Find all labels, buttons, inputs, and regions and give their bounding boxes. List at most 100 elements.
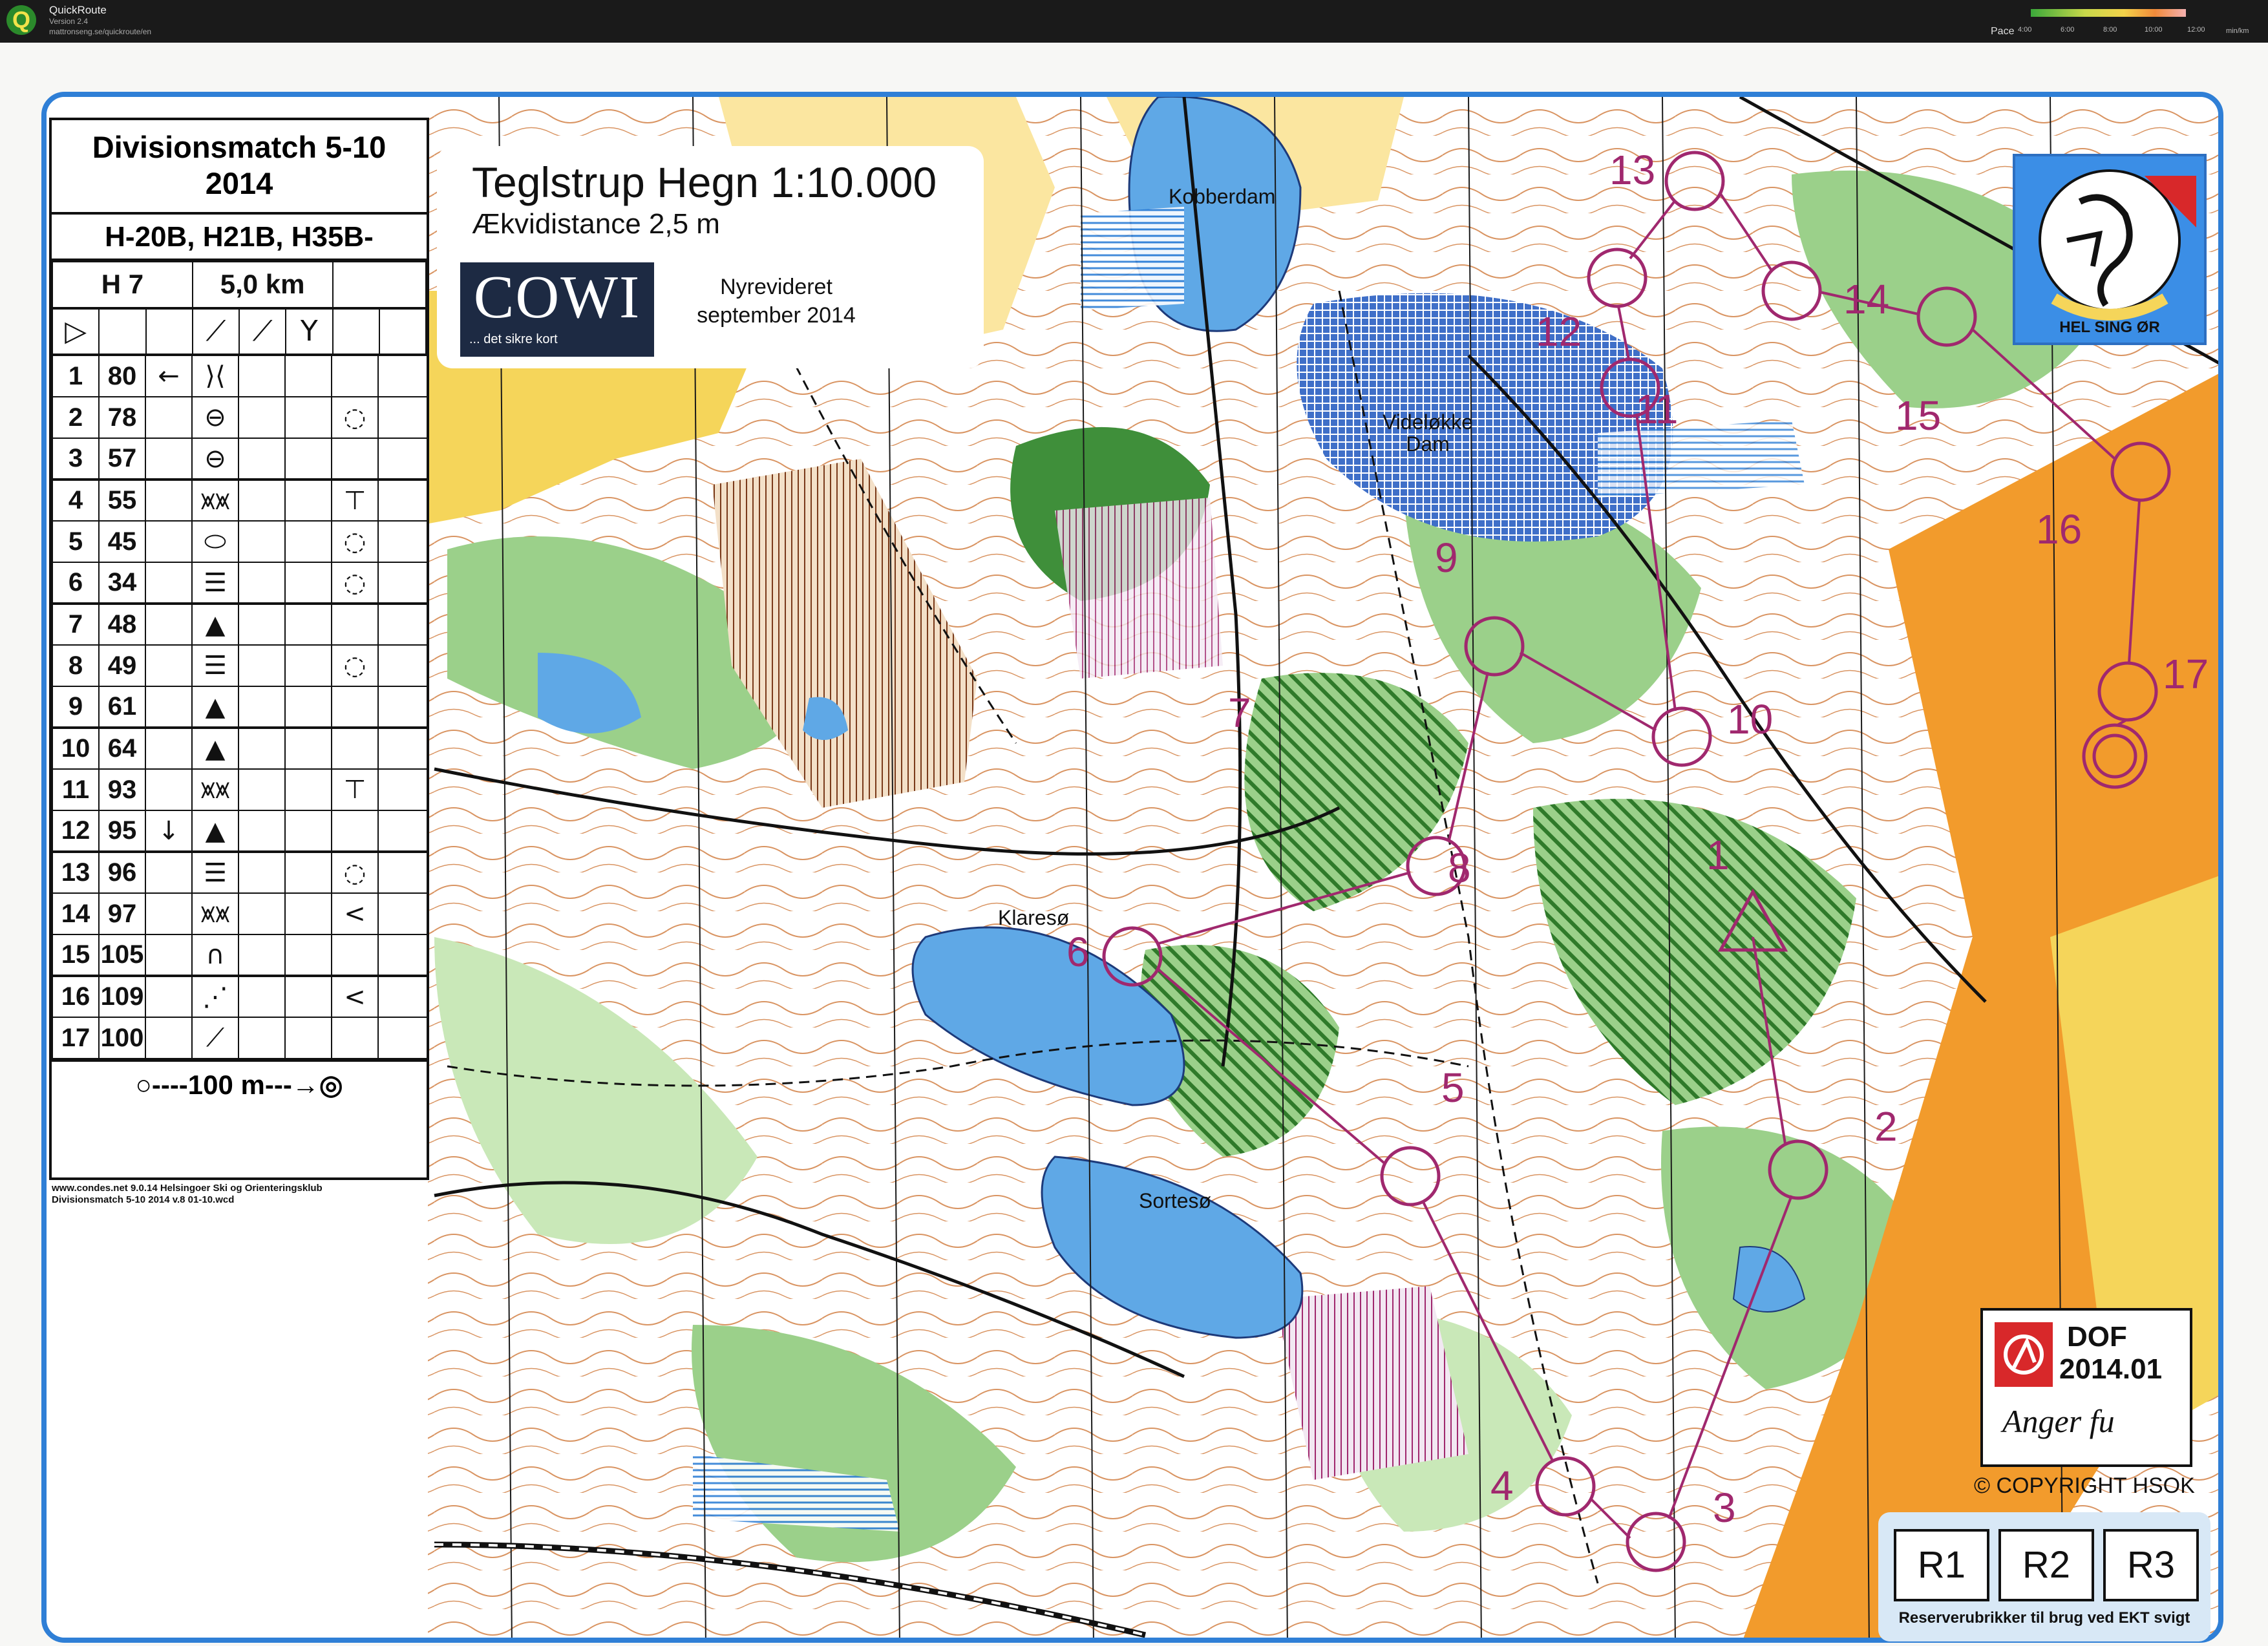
control-feature-icon: ⩙⩙ xyxy=(191,892,239,936)
finish-instruction: ○----100 m---→◎ xyxy=(52,1059,427,1108)
control-col-e xyxy=(238,892,286,936)
control-location-icon xyxy=(331,810,379,854)
control-number-13: 13 xyxy=(1609,147,1656,193)
control-number-2: 2 xyxy=(1874,1103,1898,1150)
control-row: 10 64 ▲ xyxy=(52,727,428,770)
control-col-f xyxy=(284,603,332,646)
control-location-icon: ◌ xyxy=(331,644,379,688)
control-direction xyxy=(145,520,193,564)
control-row: 15 105 ∩ xyxy=(52,934,428,978)
control-code: 96 xyxy=(98,851,146,894)
control-code: 57 xyxy=(98,438,146,481)
control-col-f xyxy=(284,768,332,812)
control-col-f xyxy=(284,562,332,606)
control-code: 78 xyxy=(98,396,146,439)
contour-interval: Ækvidistance 2,5 m xyxy=(472,208,720,240)
pace-gradient-bar xyxy=(2031,9,2186,17)
control-direction xyxy=(145,396,193,439)
control-location-icon: ⊤ xyxy=(331,479,379,522)
path-junction-icon: ⟋ xyxy=(191,307,240,355)
control-num: 4 xyxy=(52,479,100,522)
control-code: 55 xyxy=(98,479,146,522)
path-junction-icon: ⟋ xyxy=(238,307,287,355)
control-col-h xyxy=(377,727,428,770)
control-col-e xyxy=(238,810,286,854)
control-location-icon xyxy=(331,355,379,398)
control-col-e xyxy=(238,479,286,522)
control-feature-icon: ☰ xyxy=(191,562,239,606)
reserve-note: Reserverubrikker til brug ved EKT svigt xyxy=(1898,1609,2190,1627)
control-direction xyxy=(145,934,193,978)
control-col-f xyxy=(284,396,332,439)
dof-title: DOF xyxy=(2067,1321,2127,1353)
control-row: 6 34 ☰ ◌ xyxy=(52,562,428,606)
control-col-e xyxy=(238,768,286,812)
reserve-boxes: R1 R2 R3 Reserverubrikker til brug ved E… xyxy=(1878,1512,2210,1641)
control-description-sheet: Divisionsmatch 5-10 2014 H-20B, H21B, H3… xyxy=(49,118,429,1180)
control-location-icon: < xyxy=(331,892,379,936)
control-location-icon xyxy=(331,603,379,646)
control-location-icon xyxy=(331,686,379,730)
app-url[interactable]: mattronseng.se/quickroute/en xyxy=(49,27,151,36)
control-num: 7 xyxy=(52,603,100,646)
map-title: Teglstrup Hegn 1:10.000 xyxy=(472,158,937,206)
control-col-e xyxy=(238,520,286,564)
control-feature-icon: ∩ xyxy=(191,934,239,978)
control-num: 1 xyxy=(52,355,100,398)
control-number-8: 8 xyxy=(1448,845,1471,891)
control-location-icon xyxy=(331,438,379,481)
control-col-h xyxy=(377,644,428,688)
control-number-12: 12 xyxy=(1536,308,1582,355)
control-direction xyxy=(145,686,193,730)
start-empty xyxy=(145,307,193,355)
control-location-icon: ◌ xyxy=(331,520,379,564)
control-row: 4 55 ⩙⩙ ⊤ xyxy=(52,479,428,522)
control-direction xyxy=(145,975,193,1018)
control-num: 5 xyxy=(52,520,100,564)
pace-tick: 12:00 xyxy=(2187,26,2205,34)
runner-logo-icon: HEL SING ØR xyxy=(2039,169,2196,336)
control-feature-icon: ⩙⩙ xyxy=(191,479,239,522)
control-row: 14 97 ⩙⩙ < xyxy=(52,892,428,936)
control-col-e xyxy=(238,396,286,439)
control-direction xyxy=(145,851,193,894)
reserve-box-r1: R1 xyxy=(1894,1529,1989,1601)
control-number-9: 9 xyxy=(1435,534,1458,581)
control-col-h xyxy=(377,934,428,978)
control-col-h xyxy=(377,975,428,1018)
control-row: 7 48 ▲ xyxy=(52,603,428,646)
control-location-icon: < xyxy=(331,975,379,1018)
control-col-f xyxy=(284,644,332,688)
dof-approval-box: DOF 2014.01 Anger fu xyxy=(1980,1308,2192,1467)
pace-tick: 4:00 xyxy=(2018,26,2032,34)
map-title-box: Teglstrup Hegn 1:10.000 Ækvidistance 2,5… xyxy=(437,146,984,368)
dof-signature: Anger fu xyxy=(2002,1403,2115,1439)
control-direction: ← xyxy=(145,355,193,398)
control-num: 13 xyxy=(52,851,100,894)
control-col-f xyxy=(284,1017,332,1060)
control-num: 2 xyxy=(52,396,100,439)
control-col-e xyxy=(238,603,286,646)
control-location-icon xyxy=(331,1017,379,1060)
control-col-f xyxy=(284,727,332,770)
course-row: H 7 5,0 km xyxy=(52,261,427,310)
quickroute-logo-icon: Q xyxy=(6,5,36,35)
control-col-f xyxy=(284,892,332,936)
control-code: 48 xyxy=(98,603,146,646)
control-col-h xyxy=(377,479,428,522)
control-direction xyxy=(145,603,193,646)
control-row: 12 95 ↓ ▲ xyxy=(52,810,428,854)
control-col-h xyxy=(377,355,428,398)
app-version: Version 2.4 xyxy=(49,17,89,26)
control-col-e xyxy=(238,1017,286,1060)
reserve-box-r3: R3 xyxy=(2103,1529,2199,1601)
control-location-icon xyxy=(331,727,379,770)
control-col-e xyxy=(238,438,286,481)
control-code: 100 xyxy=(98,1017,146,1060)
control-direction xyxy=(145,644,193,688)
pace-tick: 8:00 xyxy=(2103,26,2117,34)
control-num: 14 xyxy=(52,892,100,936)
control-col-f xyxy=(284,479,332,522)
control-code: 34 xyxy=(98,562,146,606)
control-direction xyxy=(145,892,193,936)
